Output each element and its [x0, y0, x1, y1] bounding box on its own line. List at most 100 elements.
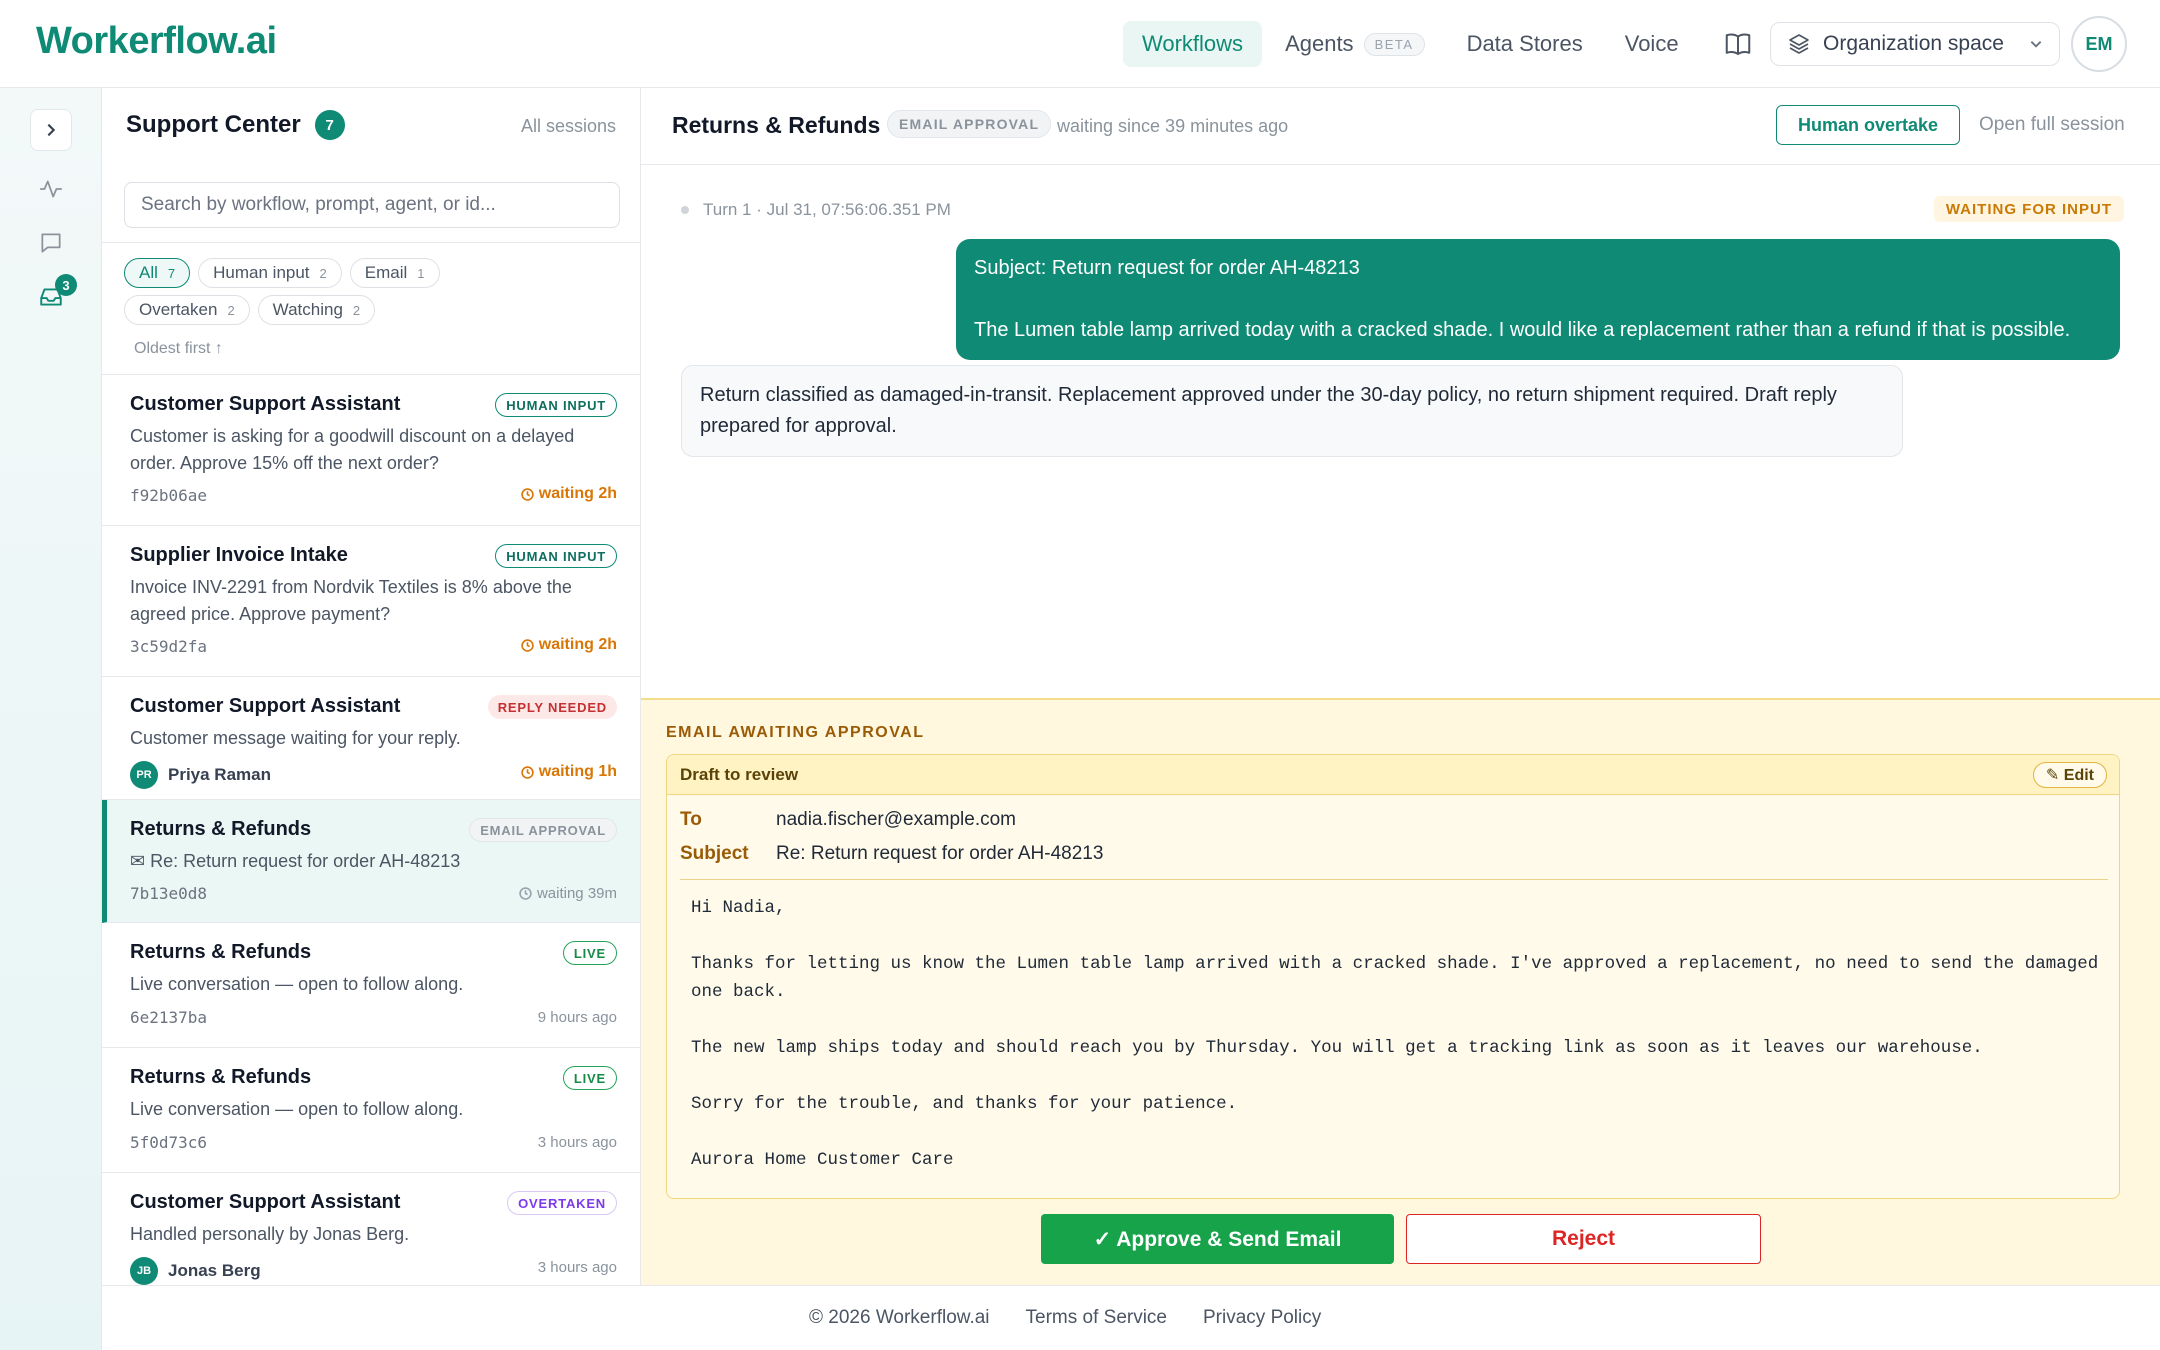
filter-label: Email: [364, 263, 408, 282]
user-avatar[interactable]: EM: [2071, 16, 2127, 72]
user-name: Jonas Berg: [168, 1261, 261, 1280]
session-description: Live conversation — open to follow along…: [130, 1099, 464, 1119]
session-title: Returns & Refunds: [130, 1066, 312, 1088]
filter-count: 2: [319, 265, 327, 281]
session-item[interactable]: Returns & Refunds LIVE Live conversation…: [102, 1048, 640, 1173]
nav-agents-label: Agents: [1285, 31, 1354, 56]
divider: [102, 242, 640, 243]
copyright: © 2026 Workerflow.ai: [809, 1307, 990, 1328]
nav-data-stores[interactable]: Data Stores: [1448, 21, 1602, 67]
customer-message: Subject: Return request for order AH-482…: [956, 239, 2120, 360]
turn-dot-icon: [681, 206, 689, 214]
session-description: ✉ Re: Return request for order AH-48213: [130, 851, 461, 871]
customer-message-subject: Subject: Return request for order AH-482…: [974, 257, 1360, 279]
session-description: Live conversation — open to follow along…: [130, 974, 464, 994]
waiting-text: waiting 39m: [536, 885, 617, 902]
expand-sidebar-button[interactable]: [30, 109, 72, 151]
session-item[interactable]: Returns & Refunds LIVE Live conversation…: [102, 923, 640, 1048]
waiting-for-input-badge: WAITING FOR INPUT: [1933, 196, 2124, 222]
session-item[interactable]: Customer Support Assistant HUMAN INPUT C…: [102, 375, 640, 526]
chevron-right-icon: [47, 123, 56, 137]
session-title: Customer Support Assistant: [130, 1191, 401, 1213]
session-title: Customer Support Assistant: [130, 695, 401, 717]
approve-send-email-button[interactable]: ✓ Approve & Send Email: [1041, 1214, 1394, 1264]
filter-human-input[interactable]: Human input 2: [198, 258, 342, 288]
session-item[interactable]: Supplier Invoice Intake HUMAN INPUT Invo…: [102, 526, 640, 677]
conversation-view: Returns & Refunds EMAIL APPROVAL waiting…: [641, 88, 2160, 1285]
email-body-paragraph: Thanks for letting us know the Lumen tab…: [691, 954, 2109, 1002]
filter-email[interactable]: Email 1: [349, 258, 440, 288]
top-bar: Workerflow.ai Workflows Agents BETA Data …: [0, 0, 2160, 88]
filter-label: Watching: [272, 300, 343, 319]
session-user: JB Jonas Berg: [130, 1257, 261, 1285]
subject-label: Subject: [680, 843, 749, 864]
nav-workflows-label: Workflows: [1142, 31, 1244, 56]
privacy-link[interactable]: Privacy Policy: [1203, 1307, 1321, 1329]
activity-icon[interactable]: [38, 176, 64, 202]
session-search-input[interactable]: [124, 182, 620, 228]
filter-label: Overtaken: [139, 300, 218, 319]
reject-button[interactable]: Reject: [1406, 1214, 1761, 1264]
session-title: Customer Support Assistant: [130, 393, 401, 415]
email-body: Hi Nadia, Thanks for letting us know the…: [691, 894, 2111, 1202]
open-full-session-link[interactable]: Open full session: [1979, 114, 2125, 136]
avatar: JB: [130, 1257, 158, 1285]
nav-workflows[interactable]: Workflows: [1123, 21, 1263, 67]
email-approval-section: EMAIL AWAITING APPROVAL Draft to review …: [641, 698, 2160, 1285]
customer-message-body: The Lumen table lamp arrived today with …: [974, 319, 2071, 341]
nav-agents[interactable]: Agents BETA: [1266, 21, 1444, 67]
approval-section-title: EMAIL AWAITING APPROVAL: [666, 724, 925, 741]
filter-row: All 7 Human input 2 Email 1: [124, 258, 448, 288]
subject-value: Re: Return request for order AH-48213: [776, 843, 1104, 864]
session-item[interactable]: Customer Support Assistant OVERTAKEN Han…: [102, 1173, 640, 1285]
filter-count: 2: [227, 302, 235, 318]
conversation-header: Returns & Refunds EMAIL APPROVAL waiting…: [641, 88, 2160, 165]
session-description: Invoice INV-2291 from Nordvik Textiles i…: [130, 577, 572, 624]
email-draft: Draft to review ✎ Edit To nadia.fischer@…: [666, 754, 2120, 1199]
status-badge: EMAIL APPROVAL: [887, 110, 1052, 138]
human-overtake-button[interactable]: Human overtake: [1776, 105, 1960, 145]
clock-icon: [521, 765, 534, 779]
chat-icon[interactable]: [38, 230, 64, 256]
user-name: Priya Raman: [168, 765, 271, 784]
terms-link[interactable]: Terms of Service: [1026, 1307, 1167, 1329]
filter-watching[interactable]: Watching 2: [257, 295, 376, 325]
session-description: Customer is asking for a goodwill discou…: [130, 426, 575, 473]
session-item[interactable]: Customer Support Assistant REPLY NEEDED …: [102, 677, 640, 800]
logo[interactable]: Workerflow.ai: [36, 20, 277, 63]
avatar: PR: [130, 761, 158, 789]
waiting-indicator: waiting 39m: [519, 885, 617, 902]
sort-toggle[interactable]: Oldest first ↑: [134, 340, 223, 358]
to-value: nadia.fischer@example.com: [776, 809, 1017, 830]
divider: [680, 879, 2108, 880]
waiting-text: waiting 2h: [538, 485, 617, 502]
filter-all[interactable]: All 7: [124, 258, 191, 288]
email-body-paragraph: The new lamp ships today and should reac…: [691, 1038, 1983, 1058]
filter-count: 1: [417, 265, 425, 281]
email-signature: Aurora Home Customer Care: [691, 1150, 954, 1170]
waiting-indicator: waiting 2h: [521, 636, 617, 654]
all-sessions-link[interactable]: All sessions: [521, 116, 616, 137]
filter-overtaken[interactable]: Overtaken 2: [124, 295, 250, 325]
session-description: Handled personally by Jonas Berg.: [130, 1224, 410, 1244]
email-body-paragraph: Sorry for the trouble, and thanks for yo…: [691, 1094, 1238, 1114]
organization-selector[interactable]: Organization space: [1770, 22, 2060, 66]
session-time: 3 hours ago: [537, 1259, 617, 1276]
organization-selector-label: Organization space: [1823, 32, 2004, 55]
conversation-title: Returns & Refunds: [672, 112, 881, 138]
layers-icon: [1789, 34, 1809, 54]
waiting-text: waiting 1h: [538, 763, 617, 780]
to-label: To: [680, 809, 702, 830]
session-item-selected[interactable]: Returns & Refunds EMAIL APPROVAL ✉ Re: R…: [102, 800, 640, 923]
waiting-text: waiting 2h: [538, 636, 617, 653]
nav-voice[interactable]: Voice: [1606, 21, 1698, 67]
left-rail: 3: [0, 88, 102, 1350]
status-badge: OVERTAKEN: [507, 1191, 617, 1215]
session-id: 7b13e0d8: [130, 884, 208, 903]
book-icon[interactable]: [1723, 29, 1753, 59]
session-id: 3c59d2fa: [130, 637, 208, 656]
clock-icon: [521, 487, 534, 501]
edit-draft-button[interactable]: ✎ Edit: [2032, 762, 2107, 788]
turn-meta-text: Turn 1 · Jul 31, 07:56:06.351 PM: [703, 200, 951, 219]
sessions-panel: Support Center 7 All sessions All 7 Human…: [102, 88, 641, 1285]
